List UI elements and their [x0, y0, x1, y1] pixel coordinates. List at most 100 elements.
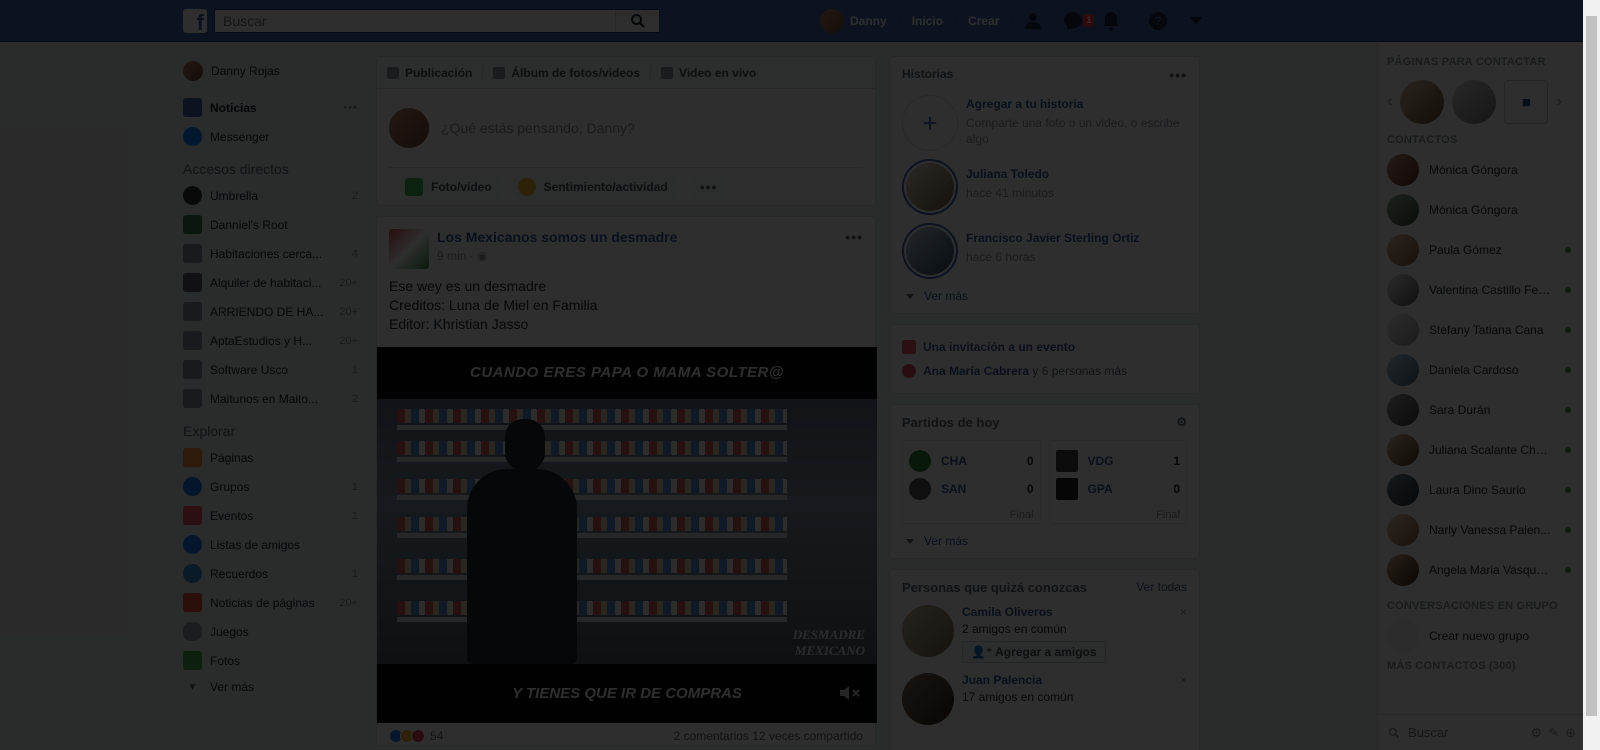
pymk-mutual[interactable]: 2 amigos en común [962, 621, 1106, 637]
help-icon[interactable]: ? [1146, 9, 1170, 33]
match-card[interactable]: VDG 1 GPA 0 Final [1048, 440, 1187, 524]
new-group-icon[interactable]: ⊕ [1565, 725, 1576, 741]
facebook-logo-icon[interactable]: f [183, 9, 207, 33]
pymk-mutual[interactable]: 17 amigos en común [962, 689, 1073, 705]
shortcut-item[interactable]: Maitunos en Maito... 2 [183, 384, 358, 413]
post-page-name[interactable]: Los Mexicanos somos un desmadre [437, 229, 677, 245]
search-button[interactable] [615, 10, 659, 32]
stories-see-more[interactable]: Ver más [902, 289, 1187, 303]
home-link[interactable]: Inicio [904, 0, 951, 42]
page-avatar[interactable] [389, 229, 429, 269]
page-scrollbar[interactable] [1583, 0, 1600, 750]
matches-see-more[interactable]: Ver más [902, 534, 1187, 548]
tab-post[interactable]: Publicación [387, 66, 472, 80]
chevron-left-icon[interactable]: ‹ [1387, 93, 1392, 111]
post-stats[interactable]: 2 comentarios 12 veces compartido [674, 729, 863, 743]
settings-icon[interactable]: ⚙ [1531, 725, 1543, 741]
compose-icon[interactable]: ✎ [1548, 725, 1559, 741]
sidebar-item-friend-lists[interactable]: Listas de amigos [183, 530, 358, 559]
post-options-icon[interactable]: ••• [845, 229, 863, 269]
avatar[interactable] [902, 673, 954, 725]
story-item[interactable]: Francisco Javier Sterling Ortiz hace 6 ho… [902, 223, 1187, 279]
tab-live[interactable]: Video en vivo [661, 66, 756, 80]
photo-video-button[interactable]: Foto/video [399, 173, 504, 200]
contact-item[interactable]: Valentina Castillo Fer... [1378, 270, 1583, 310]
page-avatar[interactable] [1452, 80, 1497, 124]
chevron-right-icon[interactable]: › [1556, 93, 1561, 111]
add-story[interactable]: + Agregar a tu historia Comparte una foto… [902, 95, 1187, 151]
create-link[interactable]: Crear [960, 0, 1007, 42]
post-text-line: Editor: Khristian Jasso [389, 316, 529, 332]
pymk-name[interactable]: Juan Palencia [962, 673, 1073, 687]
sidebar-item-pages-feed[interactable]: Noticias de páginas 20+ [183, 588, 358, 617]
sidebar-item-news-feed[interactable]: Noticias ••• [183, 93, 358, 122]
event-invitation[interactable]: Una invitación a un evento [902, 335, 1187, 359]
sidebar-item-memories[interactable]: Recuerdos 1 [183, 559, 358, 588]
messages-icon[interactable]: 1 [1061, 9, 1095, 33]
contact-item[interactable]: Paula Gómez [1378, 230, 1583, 270]
avatar[interactable] [902, 605, 954, 657]
page-avatar[interactable]: ▦ [1504, 80, 1549, 124]
create-group-button[interactable]: Crear nuevo grupo [1378, 616, 1583, 656]
profile-link[interactable]: Danny [812, 0, 895, 42]
chat-search-input[interactable] [1408, 725, 1508, 740]
birthday-row[interactable]: Ana María Cabrera y 6 personas más [902, 359, 1187, 383]
shortcut-item[interactable]: AptaEstudios y H... 20+ [183, 326, 358, 355]
pymk-card: Personas que quizá conozcas Ver todas Cam… [889, 569, 1200, 750]
contact-item[interactable]: Narly Vanessa Palen... [1378, 510, 1583, 550]
more-options-button[interactable]: ••• [687, 173, 730, 200]
settings-icon[interactable]: ⚙ [1176, 415, 1187, 430]
search-input[interactable] [215, 10, 615, 32]
divider [898, 14, 900, 28]
contact-item[interactable]: Laura Dino Saurio [1378, 470, 1583, 510]
shortcut-item[interactable]: Umbrella 2 [183, 181, 358, 210]
shortcut-item[interactable]: Software Usco 1 [183, 355, 358, 384]
close-icon[interactable]: × [1180, 673, 1187, 725]
contact-item[interactable]: Stefany Tatiana Cana [1378, 310, 1583, 350]
shortcut-item[interactable]: Habitaciones cerca... 4 [183, 239, 358, 268]
close-icon[interactable]: × [1180, 605, 1187, 663]
see-more-link[interactable]: ▼ Ver más [183, 675, 358, 699]
contact-item[interactable]: Sara Durán [1378, 390, 1583, 430]
chevron-down-icon[interactable] [1184, 9, 1208, 33]
chevron-down-icon: ▼ [187, 681, 198, 693]
post-time[interactable]: 9 min · ◉ [437, 249, 677, 263]
page-avatar[interactable] [1400, 80, 1445, 124]
mute-icon[interactable] [839, 684, 861, 705]
notifications-icon[interactable] [1099, 9, 1123, 33]
contact-item[interactable]: Mónica Góngora [1378, 150, 1583, 190]
sidebar-item-events[interactable]: Eventos 1 [183, 501, 358, 530]
contact-item[interactable]: Angela Maria Vasque... [1378, 550, 1583, 590]
see-all-link[interactable]: Ver todas [1136, 580, 1187, 595]
add-friend-button[interactable]: 👤⁺ Agregar a amigos [962, 641, 1106, 663]
shortcut-item[interactable]: ARRIENDO DE HA... 20+ [183, 297, 358, 326]
feeling-button[interactable]: Sentimiento/actividad [511, 173, 680, 200]
reactions-summary[interactable]: 54 [389, 729, 443, 743]
sidebar-item-games[interactable]: Juegos [183, 617, 358, 646]
story-item[interactable]: Juliana Toledo hace 41 minutos [902, 159, 1187, 215]
sidebar-item-label: Páginas [210, 450, 254, 465]
add-story-title: Agregar a tu historia [966, 97, 1084, 111]
shortcut-item[interactable]: Danniel's Root [183, 210, 358, 239]
more-options-icon[interactable]: ••• [1169, 67, 1187, 83]
post-video[interactable]: CUANDO ERES PAPA O MAMA SOLTER@ DESMADRE… [377, 347, 877, 723]
post-text-line: Ese wey es un desmadre [389, 278, 547, 294]
composer-input[interactable]: ¿Qué estás pensando, Danny? [377, 89, 875, 167]
match-card[interactable]: CHA 0 SAN 0 Final [902, 440, 1041, 524]
friend-requests-icon[interactable] [1023, 9, 1047, 33]
sidebar-item-groups[interactable]: Grupos 1 [183, 472, 358, 501]
tab-album[interactable]: Álbum de fotos/videos [493, 66, 640, 80]
pymk-name[interactable]: Camila Oliveros [962, 605, 1106, 619]
more-options-icon[interactable]: ••• [343, 102, 358, 114]
sidebar-item-profile[interactable]: Danny Rojas [183, 56, 358, 85]
shortcut-count: 20+ [339, 305, 358, 318]
contact-item[interactable]: Juliana Scalante Cha... [1378, 430, 1583, 470]
sidebar-item-messenger[interactable]: Messenger [183, 122, 358, 151]
contact-item[interactable]: Mónica Góngora [1378, 190, 1583, 230]
composer-placeholder: ¿Qué estás pensando, Danny? [441, 120, 635, 136]
contact-item[interactable]: Daniela Cardoso [1378, 350, 1583, 390]
scrollbar-thumb[interactable] [1586, 16, 1597, 716]
sidebar-item-photos[interactable]: Fotos [183, 646, 358, 675]
shortcut-item[interactable]: Alquiler de habitaci... 20+ [183, 268, 358, 297]
sidebar-item-pages[interactable]: Páginas [183, 443, 358, 472]
